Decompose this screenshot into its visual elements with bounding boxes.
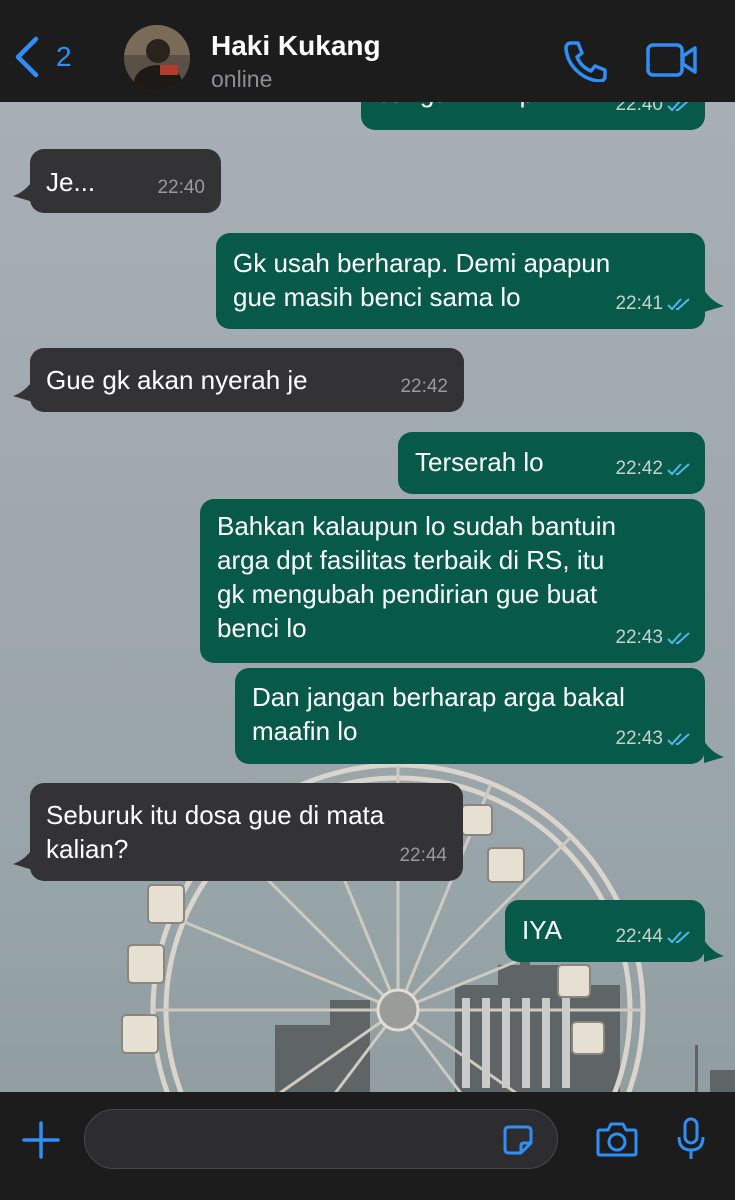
message-line: Je...: [46, 167, 96, 197]
double-check-icon: [667, 931, 690, 944]
chat-header: 2 Haki Kukang online: [0, 0, 735, 102]
message-line: Gue gk akan nyerah je: [46, 365, 308, 395]
video-camera-icon: [646, 43, 697, 77]
message-line: gk mengubah pendirian gue buat: [217, 579, 598, 609]
message-text: Gue gk akan nyerah je: [46, 363, 308, 397]
message-text-field[interactable]: [103, 1122, 487, 1158]
message-bubble-incoming[interactable]: Gue gk akan nyerah je 22:42: [30, 348, 464, 412]
bubble-tail: [704, 741, 724, 763]
sticker-icon[interactable]: [502, 1124, 534, 1156]
message-line: Gk usah berharap. Demi apapun: [233, 248, 611, 278]
message-bubble-outgoing[interactable]: Terserah lo 22:42: [398, 432, 705, 494]
message-line: maafin lo: [252, 716, 358, 746]
message-bubble-outgoing[interactable]: Dan jangan berharap arga bakal maafin lo…: [235, 668, 705, 764]
message-meta: 22:40: [157, 171, 205, 205]
message-time: 22:44: [399, 845, 447, 866]
message-time: 22:40: [157, 177, 205, 198]
back-button[interactable]: 2: [14, 36, 72, 78]
message-meta: 22:43: [615, 722, 693, 756]
message-time: 22:41: [615, 293, 663, 314]
message-line: Bahkan kalaupun lo sudah bantuin: [217, 511, 616, 541]
unread-count: 2: [56, 41, 72, 72]
message-text: IYA: [522, 913, 562, 947]
message-bubble-outgoing[interactable]: Gk usah berharap. Demi apapun gue masih …: [216, 233, 705, 329]
double-check-icon: [667, 733, 690, 746]
message-line: arga dpt fasilitas terbaik di RS, itu: [217, 545, 605, 575]
message-bubble-outgoing[interactable]: Bahkan kalaupun lo sudah bantuin arga dp…: [200, 499, 705, 663]
video-call-button[interactable]: [646, 42, 698, 83]
message-text: Dan jangan berharap arga bakal maafin lo: [252, 680, 625, 748]
message-bubble-incoming[interactable]: Je... 22:40: [30, 149, 221, 213]
message-text: Bahkan kalaupun lo sudah bantuin arga dp…: [217, 509, 616, 645]
message-line: Terserah lo: [415, 447, 544, 477]
message-text: Seburuk itu dosa gue di mata kalian?: [46, 798, 384, 866]
bubble-tail: [704, 940, 724, 962]
message-meta: 22:44: [399, 839, 447, 873]
plus-icon[interactable]: [22, 1121, 60, 1159]
message-input[interactable]: [84, 1109, 558, 1169]
message-text: Je...: [46, 165, 95, 199]
message-time: 22:43: [615, 627, 663, 648]
bubble-tail: [704, 290, 724, 312]
avatar-photo: [124, 25, 190, 91]
message-time: 22:42: [400, 376, 448, 397]
message-line: IYA: [522, 915, 562, 945]
message-line: gue masih benci sama lo: [233, 282, 521, 312]
message-meta: 22:43: [615, 621, 693, 655]
camera-icon[interactable]: [596, 1121, 638, 1157]
message-meta: 22:42: [615, 452, 693, 486]
message-time: 22:43: [615, 728, 663, 749]
chevron-left-icon: [15, 36, 39, 78]
message-meta: 22:42: [400, 370, 448, 404]
message-line: Seburuk itu dosa gue di mata: [46, 800, 385, 830]
voice-call-button[interactable]: [562, 40, 608, 87]
contact-name[interactable]: Haki Kukang: [211, 30, 381, 62]
contact-status: online: [211, 66, 273, 92]
avatar[interactable]: [124, 25, 190, 91]
message-text: Terserah lo: [415, 445, 544, 479]
message-line: Dan jangan berharap arga bakal: [252, 682, 625, 712]
double-check-icon: [667, 463, 690, 476]
message-line: kalian?: [46, 834, 129, 864]
message-meta: 22:41: [615, 287, 693, 321]
phone-icon: [564, 41, 607, 83]
message-bubble-outgoing[interactable]: IYA 22:44: [505, 900, 705, 962]
message-text: Gk usah berharap. Demi apapun gue masih …: [233, 246, 610, 314]
message-time: 22:42: [615, 458, 663, 479]
message-meta: 22:44: [615, 920, 693, 954]
message-bubble-incoming[interactable]: Seburuk itu dosa gue di mata kalian? 22:…: [30, 783, 463, 881]
double-check-icon: [667, 298, 690, 311]
message-line: benci lo: [217, 613, 307, 643]
message-time: 22:44: [615, 926, 663, 947]
microphone-icon[interactable]: [676, 1117, 706, 1161]
double-check-icon: [667, 632, 690, 645]
